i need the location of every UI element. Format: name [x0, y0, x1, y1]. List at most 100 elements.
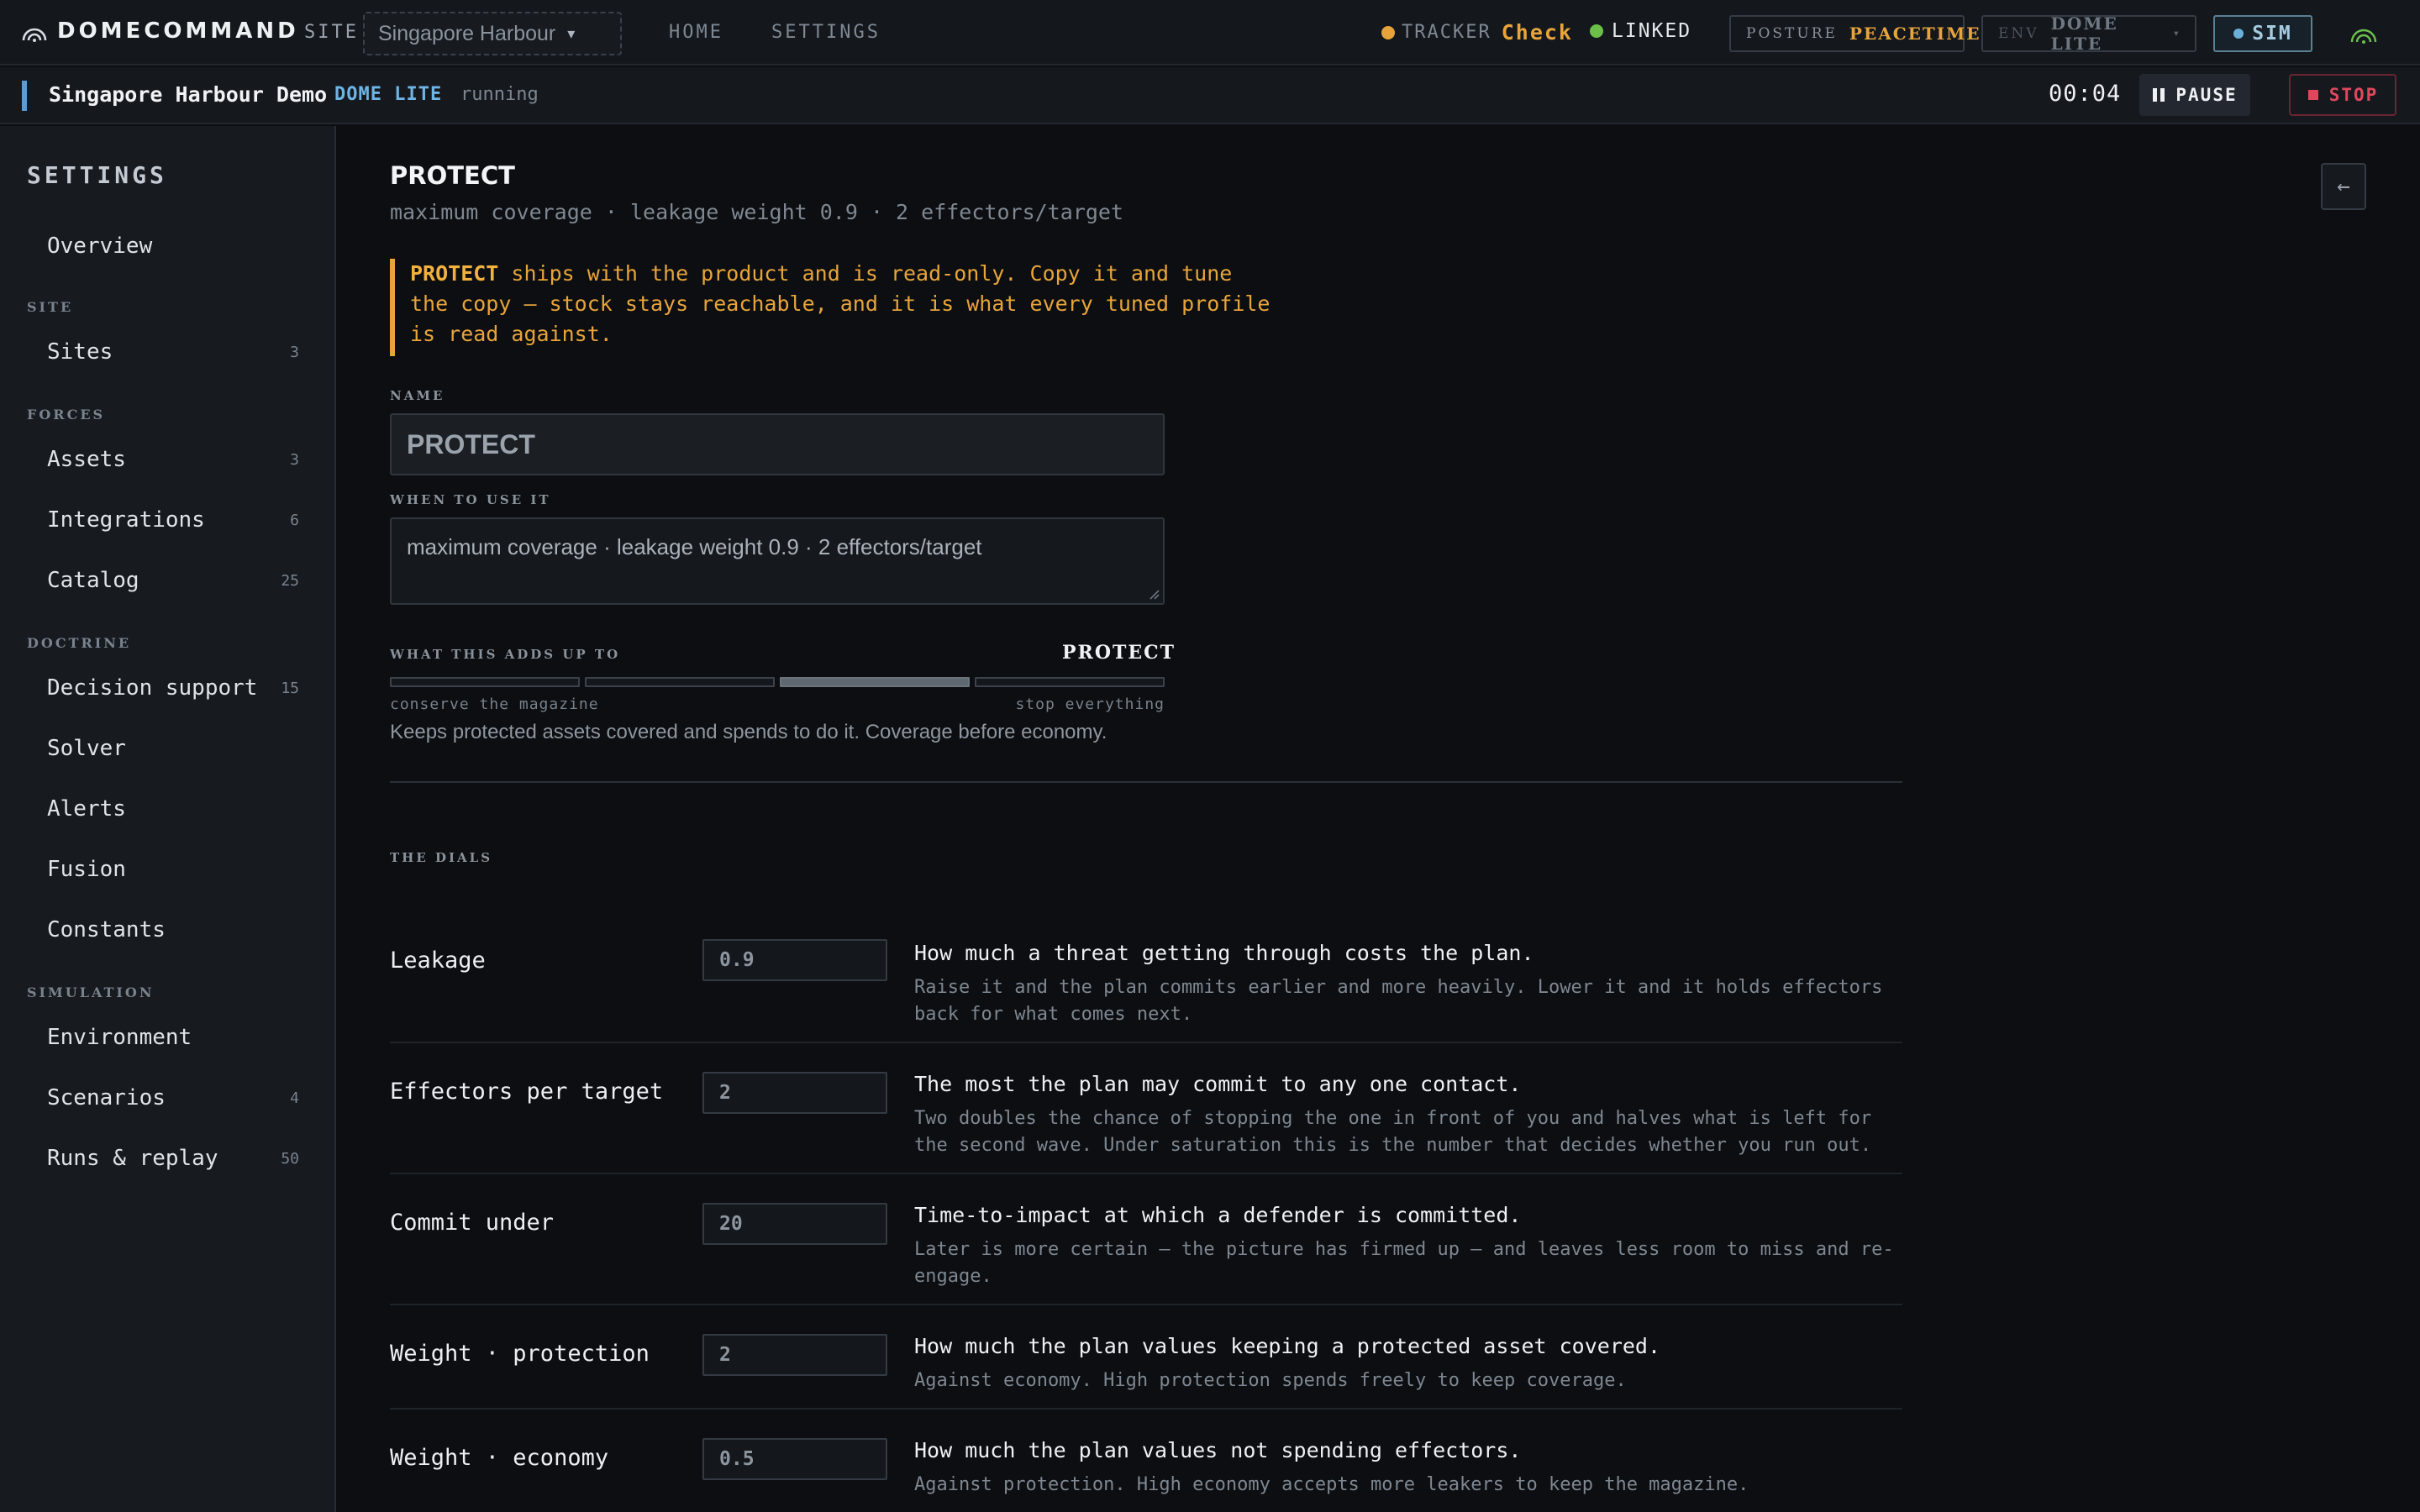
- top-bar: DOMECOMMAND SITE Singapore Harbour ▾ HOM…: [0, 0, 2420, 66]
- link-status: LINKED: [1590, 20, 1691, 42]
- sidebar-item-label: Scenarios: [47, 1085, 166, 1110]
- dial-heading: How much the plan values not spending ef…: [914, 1438, 1522, 1462]
- when-field-label: WHEN TO USE IT: [390, 492, 551, 507]
- sidebar-item-fusion[interactable]: Fusion: [47, 848, 299, 890]
- dial-input-effectors-per-target[interactable]: 2: [702, 1072, 887, 1114]
- dial-value: 20: [719, 1213, 743, 1235]
- site-label: SITE: [304, 22, 359, 43]
- signal-icon[interactable]: [2349, 22, 2378, 45]
- stop-button[interactable]: STOP: [2289, 74, 2396, 116]
- sidebar-item-count: 4: [290, 1089, 299, 1107]
- chevron-down-icon: ▾: [2172, 27, 2180, 40]
- sidebar-item-solver[interactable]: Solver: [47, 727, 299, 769]
- sidebar-item-alerts[interactable]: Alerts: [47, 788, 299, 830]
- resize-grip-icon[interactable]: [1148, 588, 1160, 600]
- dome-logo-icon: [22, 28, 47, 42]
- env-value: DOME LITE: [2050, 13, 2118, 54]
- tracker-status[interactable]: TRACKER Check: [1381, 20, 1573, 45]
- dial-name: Leakage: [390, 948, 486, 974]
- dial-row-effectors-per-target: Effectors per target 2 The most the plan…: [390, 1043, 1902, 1174]
- sim-dot-icon: [2233, 29, 2244, 39]
- pause-button[interactable]: PAUSE: [2139, 74, 2250, 116]
- name-field[interactable]: PROTECT: [390, 413, 1165, 475]
- scale-segment: [975, 677, 1165, 687]
- dial-name: Weight · economy: [390, 1445, 609, 1471]
- brand-name: DOMECOMMAND: [57, 18, 299, 44]
- sidebar-item-label: Environment: [47, 1025, 192, 1050]
- sidebar-item-label: Decision support: [47, 675, 258, 701]
- session-bar: Singapore Harbour Demo DOME LITE running…: [0, 67, 2420, 124]
- stop-icon: [2307, 90, 2318, 100]
- stop-label: STOP: [2328, 85, 2379, 105]
- dial-input-commit-under[interactable]: 20: [702, 1203, 887, 1245]
- back-button[interactable]: ←: [2321, 163, 2366, 210]
- chevron-down-icon: ▾: [567, 24, 576, 42]
- profile-description: Keeps protected assets covered and spend…: [390, 721, 1107, 743]
- dial-heading: How much a threat getting through costs …: [914, 941, 1534, 965]
- session-title: Singapore Harbour Demo: [49, 82, 328, 107]
- when-to-use-field[interactable]: maximum coverage · leakage weight 0.9 · …: [390, 517, 1165, 605]
- sidebar-item-count: 25: [281, 571, 299, 590]
- sidebar-group-simulation: SIMULATION: [27, 984, 155, 1000]
- sidebar-item-count: 15: [281, 679, 299, 697]
- page-subtitle: maximum coverage · leakage weight 0.9 · …: [390, 200, 1123, 224]
- pause-label: PAUSE: [2175, 85, 2238, 105]
- session-timer: 00:04: [2049, 81, 2122, 107]
- sidebar-item-count: 6: [290, 511, 299, 529]
- scale-left-label: conserve the magazine: [390, 696, 599, 713]
- scale-segment-active: [780, 677, 970, 687]
- sidebar-item-catalog[interactable]: Catalog 25: [47, 559, 299, 601]
- sidebar-group-site: SITE: [27, 299, 74, 315]
- dial-value: 0.5: [719, 1448, 755, 1470]
- sidebar-item-count: 3: [290, 450, 299, 469]
- tracker-value: Check: [1501, 20, 1573, 45]
- sidebar-item-assets[interactable]: Assets 3: [47, 438, 299, 480]
- sidebar-item-label: Fusion: [47, 857, 126, 882]
- posture-pill[interactable]: POSTURE PEACETIME: [1729, 15, 1980, 52]
- sidebar-item-integrations[interactable]: Integrations 6: [47, 499, 299, 541]
- sidebar-item-count: 3: [290, 343, 299, 361]
- session-state: running: [460, 84, 539, 105]
- sidebar-item-environment[interactable]: Environment: [47, 1016, 299, 1058]
- sidebar-item-label: Solver: [47, 736, 126, 761]
- dial-heading: The most the plan may commit to any one …: [914, 1072, 1522, 1096]
- dial-input-leakage[interactable]: 0.9: [702, 939, 887, 981]
- dials-section-label: THE DIALS: [390, 850, 493, 865]
- name-field-label: NAME: [390, 388, 445, 403]
- dial-value: 2: [719, 1082, 731, 1104]
- tracker-label: TRACKER: [1402, 22, 1491, 43]
- dial-body: Later is more certain — the picture has …: [914, 1239, 1894, 1287]
- sidebar-item-label: Runs & replay: [47, 1146, 218, 1171]
- dial-input-weight-economy[interactable]: 0.5: [702, 1438, 887, 1480]
- env-select[interactable]: ENV DOME LITE ▾: [1981, 13, 2196, 54]
- nav-home[interactable]: HOME: [669, 22, 723, 43]
- sidebar-item-constants[interactable]: Constants: [47, 909, 299, 951]
- site-select[interactable]: Singapore Harbour ▾: [363, 12, 622, 55]
- dial-row-weight-protection: Weight · protection 2 How much the plan …: [390, 1305, 1902, 1410]
- dial-body: Raise it and the plan commits earlier an…: [914, 977, 1883, 1025]
- dial-name: Weight · protection: [390, 1341, 650, 1367]
- dial-body: Two doubles the chance of stopping the o…: [914, 1108, 1872, 1156]
- posture-value: PEACETIME: [1849, 24, 1981, 44]
- settings-sidebar: SETTINGS Overview SITE Sites 3 FORCES As…: [0, 126, 336, 1512]
- dial-input-weight-protection[interactable]: 2: [702, 1334, 887, 1376]
- dial-body: Against protection. High economy accepts…: [914, 1474, 1749, 1495]
- sidebar-item-sites[interactable]: Sites 3: [47, 331, 299, 373]
- sidebar-item-label: Assets: [47, 447, 126, 472]
- nav-settings[interactable]: SETTINGS: [771, 22, 881, 43]
- scale-segment: [390, 677, 580, 687]
- tracker-status-dot-icon: [1381, 25, 1395, 39]
- sim-mode-button[interactable]: SIM: [2213, 15, 2312, 52]
- sim-label: SIM: [2252, 23, 2292, 45]
- sidebar-group-forces: FORCES: [27, 407, 106, 423]
- profile-editor: ← PROTECT maximum coverage · leakage wei…: [338, 126, 2420, 1512]
- sidebar-group-doctrine: DOCTRINE: [27, 635, 132, 651]
- sidebar-item-runs-replay[interactable]: Runs & replay 50: [47, 1137, 299, 1179]
- sidebar-item-scenarios[interactable]: Scenarios 4: [47, 1077, 299, 1119]
- sidebar-item-label: Catalog: [47, 568, 139, 593]
- sidebar-item-decision-support[interactable]: Decision support 15: [47, 667, 299, 709]
- scale-segment: [585, 677, 775, 687]
- sidebar-item-overview[interactable]: Overview: [47, 225, 299, 267]
- link-status-label: LINKED: [1612, 20, 1692, 42]
- sidebar-item-label: Integrations: [47, 507, 205, 533]
